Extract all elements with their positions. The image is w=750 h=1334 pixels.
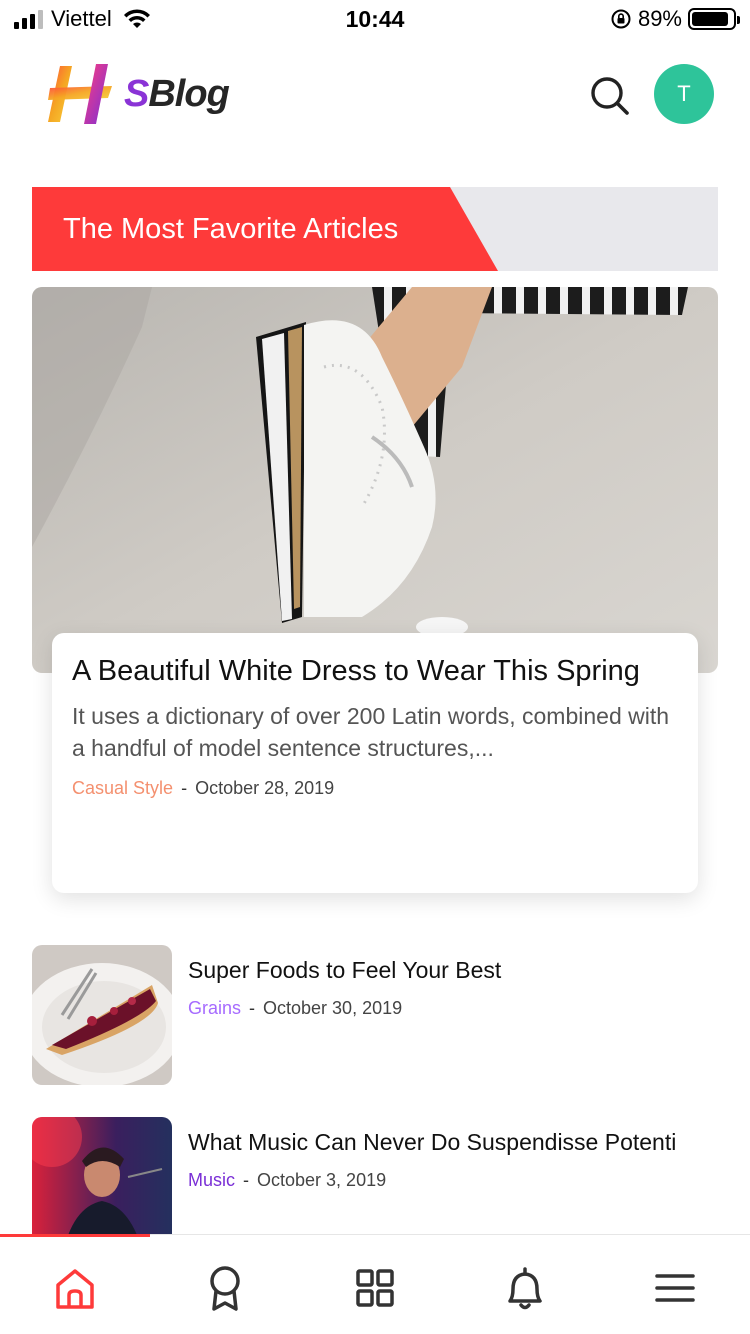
- avatar[interactable]: T: [654, 64, 714, 124]
- article-category[interactable]: Grains: [188, 998, 241, 1019]
- logo-text: SBlog: [124, 72, 230, 115]
- featured-image[interactable]: [32, 287, 718, 673]
- bottom-tab-bar: [0, 1234, 750, 1334]
- article-title[interactable]: Super Foods to Feel Your Best: [188, 955, 718, 986]
- tab-awards[interactable]: [200, 1263, 250, 1313]
- rotation-lock-icon: [611, 9, 631, 29]
- status-bar: Viettel 10:44 89%: [0, 0, 750, 40]
- featured-excerpt: It uses a dictionary of over 200 Latin w…: [72, 703, 670, 761]
- meta-separator: -: [249, 998, 256, 1018]
- meta-separator: -: [243, 1170, 250, 1190]
- search-icon[interactable]: [588, 74, 632, 118]
- tab-notifications[interactable]: [500, 1263, 550, 1313]
- section-title: The Most Favorite Articles: [63, 213, 399, 245]
- logo[interactable]: SBlog: [46, 62, 230, 126]
- tab-home[interactable]: [50, 1263, 100, 1313]
- section-banner: The Most Favorite Articles: [32, 187, 718, 271]
- app-header: SBlog T: [0, 56, 750, 136]
- bell-icon: [508, 1267, 542, 1310]
- featured-date: October 28, 2019: [195, 778, 335, 798]
- meta-separator: -: [181, 778, 188, 798]
- article-date: October 3, 2019: [257, 1170, 387, 1190]
- battery-percent: 89%: [637, 6, 682, 31]
- featured-meta: Casual Style - October 28, 2019: [72, 778, 678, 799]
- list-item[interactable]: Super Foods to Feel Your Best Grains - O…: [32, 945, 718, 1085]
- logo-h-mark: [48, 64, 112, 124]
- tab-categories[interactable]: [350, 1263, 400, 1313]
- grid-icon: [356, 1269, 394, 1307]
- tab-menu[interactable]: [650, 1263, 700, 1313]
- article-title[interactable]: What Music Can Never Do Suspendisse Pote…: [188, 1127, 718, 1158]
- battery-icon: [688, 8, 740, 30]
- featured-category[interactable]: Casual Style: [72, 778, 173, 799]
- article-meta: Grains - October 30, 2019: [188, 998, 718, 1019]
- menu-icon: [655, 1274, 695, 1302]
- award-icon: [210, 1266, 240, 1311]
- featured-title[interactable]: A Beautiful White Dress to Wear This Spr…: [72, 651, 678, 692]
- article-meta: Music - October 3, 2019: [188, 1170, 718, 1191]
- active-tab-indicator: [0, 1234, 150, 1237]
- featured-card[interactable]: A Beautiful White Dress to Wear This Spr…: [52, 633, 698, 893]
- article-thumbnail[interactable]: [32, 945, 172, 1085]
- article-date: October 30, 2019: [263, 998, 403, 1018]
- article-category[interactable]: Music: [188, 1170, 235, 1191]
- home-icon: [56, 1269, 94, 1309]
